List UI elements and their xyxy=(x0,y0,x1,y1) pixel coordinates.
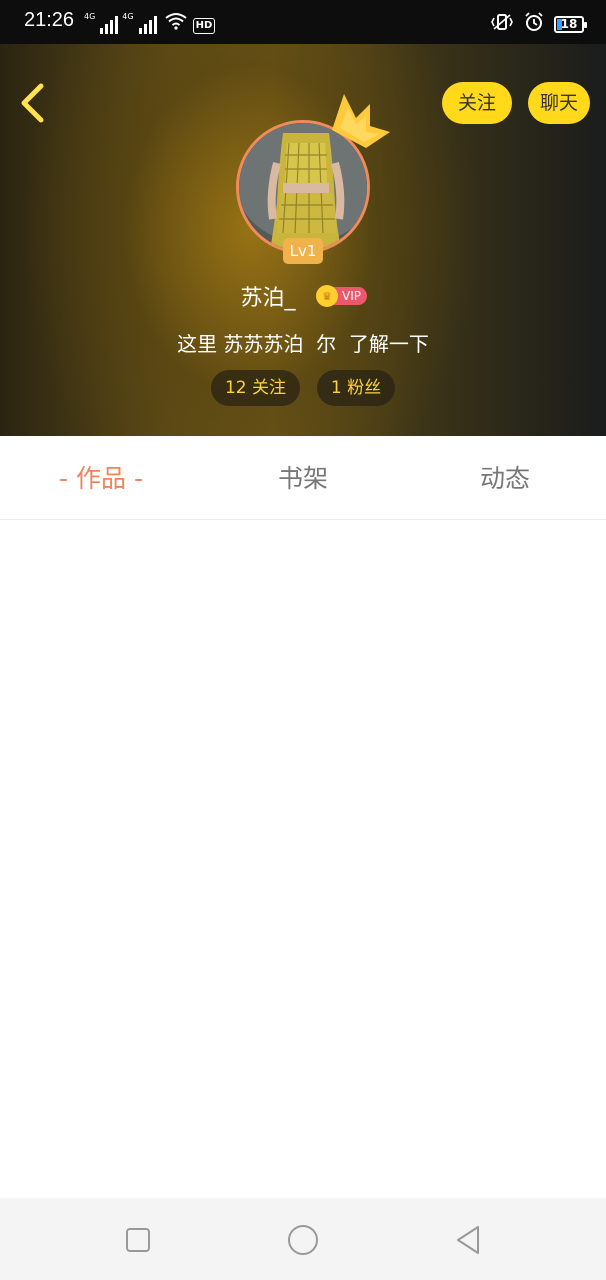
battery-level: 18 xyxy=(560,16,578,31)
wifi-icon xyxy=(164,12,187,34)
network-type-label-2: 4G xyxy=(122,12,134,21)
recent-apps-button[interactable] xyxy=(118,1220,158,1260)
follow-button[interactable]: 关注 xyxy=(442,82,512,124)
hd-icon: HD xyxy=(192,18,216,34)
status-bar: 21:26 4G 4G HD 18 xyxy=(0,0,606,44)
square-icon xyxy=(126,1228,150,1252)
status-right-icons: 18 xyxy=(490,12,587,36)
signal-icon xyxy=(100,16,119,34)
status-time: 21:26 xyxy=(24,9,75,31)
alarm-icon xyxy=(524,12,544,36)
username: 苏泊_ xyxy=(240,286,296,311)
profile-tabs: - 作品 - 书架 动态 xyxy=(0,436,606,520)
tab-works[interactable]: - 作品 - xyxy=(0,436,202,520)
network-type-label: 4G xyxy=(84,12,96,21)
vip-badge[interactable]: ♛ VIP xyxy=(316,285,368,307)
following-count-button[interactable]: 12 关注 xyxy=(211,370,300,406)
vip-crown-icon: ♛ xyxy=(316,285,338,307)
tab-feed[interactable]: 动态 xyxy=(404,436,606,520)
system-back-button[interactable] xyxy=(448,1220,488,1260)
profile-header: 21:26 4G 4G HD 18 关注 聊天 Lv1 苏泊_ ♛ VIP 这里… xyxy=(0,0,606,436)
circle-icon xyxy=(288,1225,318,1255)
username-row: 苏泊_ xyxy=(0,280,606,312)
level-badge: Lv1 xyxy=(283,238,323,264)
signal-icon-2 xyxy=(138,16,157,34)
chevron-left-icon xyxy=(21,83,44,123)
battery-icon: 18 xyxy=(554,15,587,33)
network-icons: 4G 4G HD xyxy=(84,12,216,34)
fans-count-button[interactable]: 1 粉丝 xyxy=(317,370,395,406)
tab-content-area xyxy=(0,520,606,1198)
vibrate-icon xyxy=(490,13,514,35)
home-button[interactable] xyxy=(283,1220,323,1260)
system-nav-bar xyxy=(0,1198,606,1280)
crown-icon xyxy=(326,88,394,160)
triangle-back-icon xyxy=(457,1226,479,1254)
bio-text: 这里 苏苏苏泊 尔 了解一下 xyxy=(177,332,429,356)
chat-button[interactable]: 聊天 xyxy=(528,82,590,124)
back-button[interactable] xyxy=(14,82,50,124)
tab-bookshelf[interactable]: 书架 xyxy=(202,436,404,520)
